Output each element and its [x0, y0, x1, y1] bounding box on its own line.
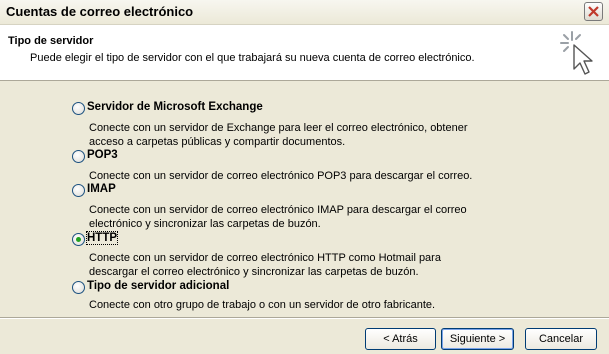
cancel-button[interactable]: Cancelar — [525, 328, 597, 350]
option-imap-desc-line1: Conecte con un servidor de correo electr… — [89, 204, 467, 216]
next-button[interactable]: Siguiente > — [441, 328, 514, 350]
back-button[interactable]: < Atrás — [365, 328, 436, 350]
option-pop3-desc-line1: Conecte con un servidor de correo electr… — [89, 170, 473, 182]
wizard-header: Tipo de servidor Puede elegir el tipo de… — [0, 25, 609, 81]
radio-exchange[interactable] — [72, 102, 85, 115]
option-pop3-label[interactable]: POP3 — [87, 149, 118, 161]
close-icon — [588, 6, 599, 17]
option-exchange-desc-line1: Conecte con un servidor de Exchange para… — [89, 122, 468, 134]
footer-divider — [0, 317, 609, 319]
option-imap-label[interactable]: IMAP — [87, 183, 116, 195]
option-imap-desc-line2: electrónico y sincronizar las carpetas d… — [89, 218, 321, 230]
wizard-cursor-icon — [560, 31, 593, 75]
page-title: Tipo de servidor — [8, 35, 94, 47]
title-bar: Cuentas de correo electrónico — [0, 0, 609, 25]
option-http-label[interactable]: HTTP — [85, 231, 119, 245]
option-additional-label[interactable]: Tipo de servidor adicional — [87, 280, 229, 292]
option-additional-desc-line1: Conecte con otro grupo de trabajo o con … — [89, 299, 436, 311]
option-http-desc-line1: Conecte con un servidor de correo electr… — [89, 252, 441, 264]
radio-http[interactable] — [72, 233, 85, 246]
radio-imap[interactable] — [72, 184, 85, 197]
radio-pop3[interactable] — [72, 150, 85, 163]
window-title: Cuentas de correo electrónico — [6, 4, 194, 19]
radio-additional[interactable] — [72, 281, 85, 294]
close-button[interactable] — [584, 2, 603, 21]
option-http-desc-line2: descargar el correo electrónico y sincro… — [89, 266, 419, 278]
option-exchange-label[interactable]: Servidor de Microsoft Exchange — [87, 101, 263, 113]
option-exchange-desc-line2: acceso a carpetas públicas y compartir d… — [89, 136, 346, 148]
page-description: Puede elegir el tipo de servidor con el … — [30, 52, 475, 64]
